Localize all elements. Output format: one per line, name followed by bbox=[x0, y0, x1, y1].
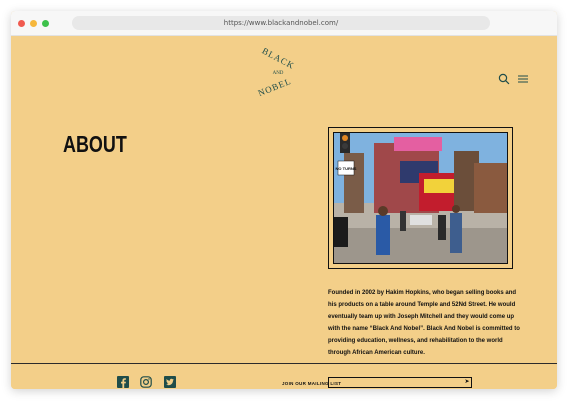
menu-icon[interactable] bbox=[517, 73, 529, 85]
logo-text-nobel: NOBEL bbox=[257, 76, 293, 96]
page-content: BLACK AND NOBEL ABOUT NO TURNS Founded i… bbox=[11, 36, 557, 389]
site-logo[interactable]: BLACK AND NOBEL bbox=[255, 48, 299, 96]
minimize-window-button[interactable] bbox=[30, 20, 37, 27]
close-window-button[interactable] bbox=[18, 20, 25, 27]
address-bar[interactable]: https://www.blackandnobel.com/ bbox=[72, 16, 490, 30]
storefront-photo: NO TURNS bbox=[333, 132, 508, 264]
logo-text-black: BLACK bbox=[260, 48, 296, 71]
page-title: ABOUT bbox=[63, 131, 127, 157]
maximize-window-button[interactable] bbox=[42, 20, 49, 27]
street-scene-image: NO TURNS bbox=[334, 133, 507, 263]
footer-divider bbox=[11, 363, 557, 364]
mailing-email-input[interactable] bbox=[328, 377, 472, 388]
instagram-icon[interactable] bbox=[140, 376, 152, 388]
search-icon[interactable] bbox=[498, 73, 510, 85]
browser-chrome: https://www.blackandnobel.com/ bbox=[11, 11, 557, 36]
facebook-icon[interactable] bbox=[117, 376, 129, 388]
about-description: Founded in 2002 by Hakim Hopkins, who be… bbox=[328, 290, 520, 356]
photo-frame: NO TURNS bbox=[328, 127, 513, 269]
mailing-submit-button[interactable]: ➤ bbox=[461, 377, 473, 388]
logo-text-and: AND bbox=[273, 71, 284, 76]
twitter-icon[interactable] bbox=[164, 376, 176, 388]
browser-window: https://www.blackandnobel.com/ BLACK AND… bbox=[11, 11, 557, 389]
photo-sign-text: NO TURNS bbox=[336, 166, 357, 171]
